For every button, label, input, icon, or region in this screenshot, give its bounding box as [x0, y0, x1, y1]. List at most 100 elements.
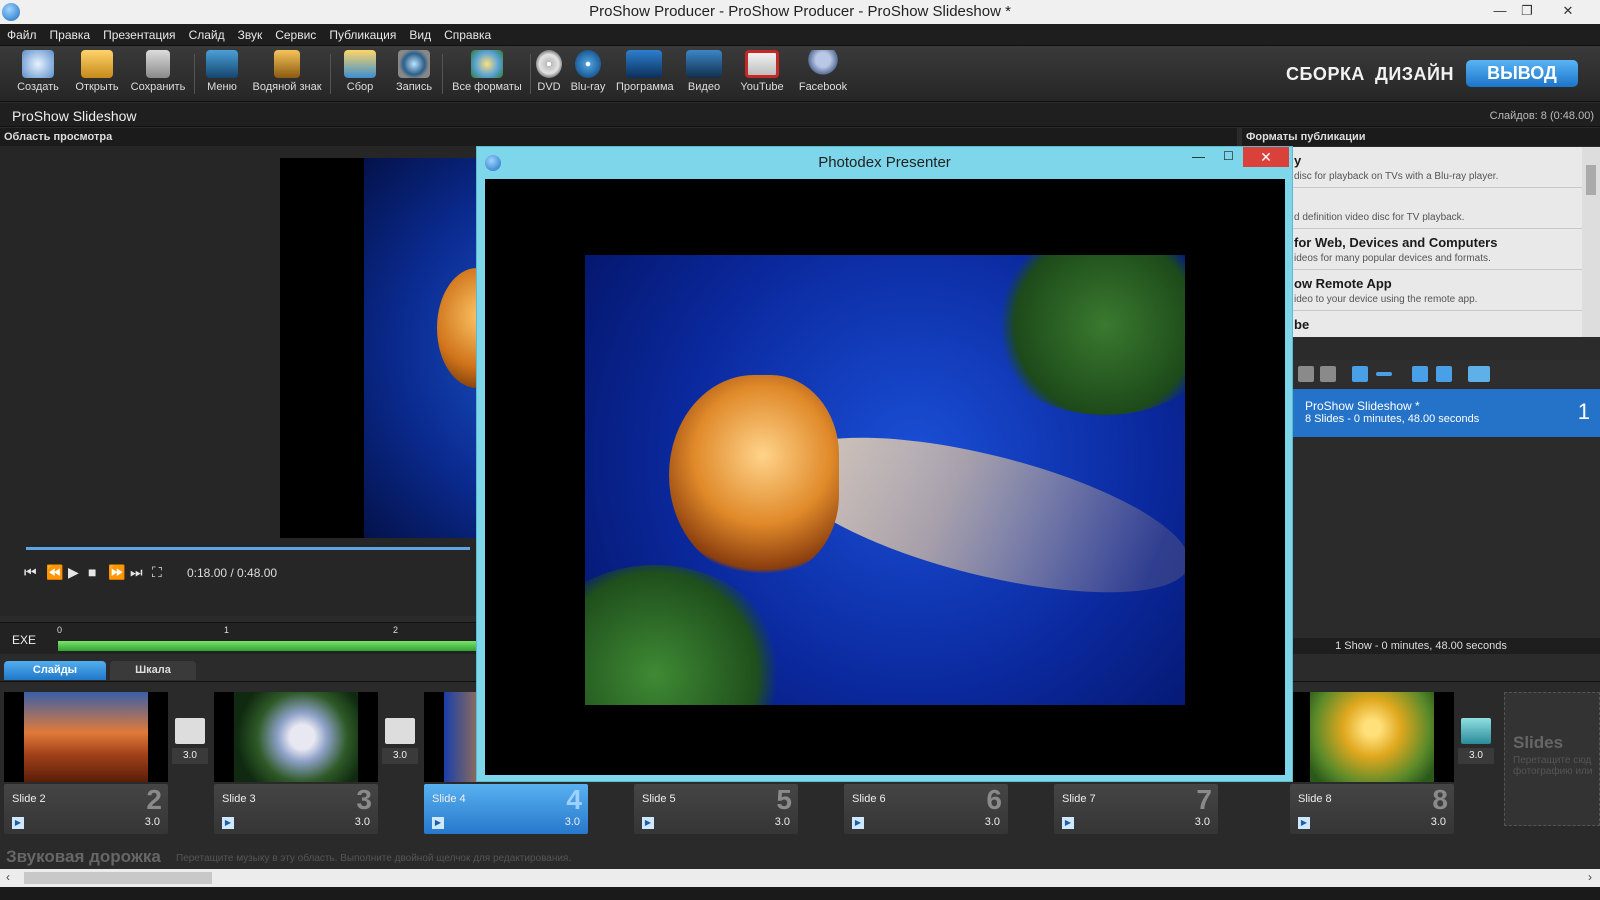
menu-bar: Файл Правка Презентация Слайд Звук Сервис Публ… — [0, 24, 1600, 46]
scroll-right-icon[interactable]: › — [1588, 870, 1592, 884]
add-show-icon[interactable] — [1352, 366, 1368, 382]
facebook-button[interactable]: Facebook — [798, 50, 848, 93]
scrollbar-thumb[interactable] — [24, 872, 212, 884]
menu-publish[interactable]: Публикация — [322, 24, 402, 42]
facebook-icon — [807, 50, 839, 78]
youtube-button[interactable]: YouTube — [738, 50, 786, 93]
record-camera-icon — [398, 50, 430, 78]
dvd-icon — [536, 50, 562, 78]
presenter-close-button[interactable]: ✕ — [1243, 147, 1289, 167]
audio-track-title: Звуковая дорожка — [6, 847, 161, 866]
slide-card[interactable]: Slide 2 2 ▶ 3.0 — [4, 692, 168, 840]
close-button[interactable]: ✕ — [1548, 0, 1588, 24]
timeline-tick: 1 — [224, 625, 230, 635]
restore-button[interactable]: ❐ — [1507, 0, 1547, 24]
watermark-button[interactable]: Водяной знак — [252, 50, 322, 93]
toolbar: Создать Открыть Сохранить Меню Водяной з… — [0, 46, 1600, 102]
video-icon — [686, 50, 722, 78]
show-list-item[interactable]: ProShow Slideshow * 8 Slides - 0 minutes… — [1242, 389, 1600, 437]
program-button[interactable]: Программа — [616, 50, 674, 93]
save-all-icon[interactable] — [1320, 366, 1336, 382]
transition[interactable]: 3.0 — [382, 718, 418, 776]
menu-icon — [206, 50, 238, 78]
slides-drop-zone[interactable]: Slides Перетащите сюд фотографию или — [1504, 692, 1600, 826]
audio-track-hint: Перетащите музыку в эту область. Выполни… — [176, 853, 572, 864]
slide-card[interactable]: Slide 3 3 ▶ 3.0 — [214, 692, 378, 840]
tab-slides[interactable]: Слайды — [4, 661, 106, 680]
move-down-icon[interactable] — [1436, 366, 1452, 382]
mode-design-button[interactable]: ДИЗАЙН — [1375, 64, 1454, 85]
menu-tools[interactable]: Сервис — [268, 24, 322, 42]
show-options-icon[interactable] — [1468, 366, 1490, 382]
slide-thumbnail — [4, 692, 168, 782]
slide-list-scrollbar[interactable]: ‹ › — [0, 869, 1600, 887]
show-name: ProShow Slideshow — [12, 108, 137, 124]
format-item[interactable]: ow Remote App ideo to your device using t… — [1242, 270, 1582, 311]
presenter-viewport[interactable] — [485, 179, 1285, 775]
output-timeline: EXE 0 1 2 — [0, 622, 480, 654]
slide-card[interactable]: Slide 8 8 ▶ 3.0 — [1290, 692, 1454, 840]
stop-icon[interactable]: ■ — [88, 564, 96, 580]
remove-show-icon[interactable] — [1376, 372, 1392, 376]
watermark-icon — [274, 50, 300, 78]
presenter-minimize-button[interactable]: — — [1192, 149, 1205, 164]
play-slide-icon[interactable]: ▶ — [642, 817, 654, 829]
mode-build-button[interactable]: СБОРКА — [1286, 64, 1365, 85]
audio-track[interactable]: Звуковая дорожка Перетащите музыку в эту… — [0, 845, 1600, 869]
play-slide-icon[interactable]: ▶ — [432, 817, 444, 829]
presenter-maximize-button[interactable]: ☐ — [1223, 149, 1234, 163]
collect-button[interactable]: Сбор — [340, 50, 380, 93]
play-slide-icon[interactable]: ▶ — [1298, 817, 1310, 829]
save-icon — [146, 50, 170, 78]
transition-icon — [175, 718, 205, 744]
rewind-icon[interactable]: ⏪ — [46, 564, 63, 581]
dvd-button[interactable]: DVD — [534, 50, 564, 93]
menu-show[interactable]: Презентация — [96, 24, 182, 42]
format-item[interactable]: be — [1242, 311, 1582, 337]
transition[interactable]: 3.0 — [172, 718, 208, 776]
format-item[interactable]: for Web, Devices and Computers ideos for … — [1242, 229, 1582, 270]
show-item-info: 8 Slides - 0 minutes, 48.00 seconds — [1305, 413, 1480, 425]
create-button[interactable]: Создать — [16, 50, 60, 93]
slide-thumbnail — [1290, 692, 1454, 782]
shows-toolbar — [1242, 360, 1600, 388]
preview-seekbar[interactable] — [26, 547, 470, 550]
format-item[interactable]: d definition video disc for TV playback. — [1242, 188, 1582, 229]
save-show-icon[interactable] — [1298, 366, 1314, 382]
all-formats-button[interactable]: Все форматы — [452, 50, 522, 93]
toolbar-separator — [330, 54, 331, 94]
formats-scrollbar[interactable] — [1582, 147, 1600, 337]
bluray-button[interactable]: Blu-ray — [570, 50, 606, 93]
skip-end-icon[interactable]: ⏭ — [130, 564, 143, 581]
play-slide-icon[interactable]: ▶ — [222, 817, 234, 829]
save-button[interactable]: Сохранить — [130, 50, 186, 93]
fast-forward-icon[interactable]: ⏩ — [108, 564, 125, 581]
window-title: ProShow Producer - ProShow Producer - Pr… — [589, 3, 1011, 20]
format-item[interactable]: y disc for playback on TVs with a Blu-ray… — [1242, 147, 1582, 188]
tab-timeline[interactable]: Шкала — [110, 661, 196, 680]
menu-slide[interactable]: Слайд — [182, 24, 231, 42]
play-slide-icon[interactable]: ▶ — [852, 817, 864, 829]
shows-list-empty-area — [1242, 437, 1600, 633]
mode-output-button[interactable]: ВЫВОД — [1466, 60, 1578, 87]
menu-view[interactable]: Вид — [402, 24, 437, 42]
play-slide-icon[interactable]: ▶ — [12, 817, 24, 829]
menu-edit[interactable]: Правка — [43, 24, 97, 42]
video-button[interactable]: Видео — [684, 50, 724, 93]
exe-label: EXE — [12, 633, 37, 647]
transition-icon — [385, 718, 415, 744]
record-button[interactable]: Запись — [394, 50, 434, 93]
play-slide-icon[interactable]: ▶ — [1062, 817, 1074, 829]
timeline-progress-bar — [58, 641, 480, 651]
fullscreen-icon[interactable]: ⛶ — [152, 564, 162, 581]
skip-start-icon[interactable]: ⏮ — [24, 564, 37, 581]
scroll-left-icon[interactable]: ‹ — [6, 870, 10, 884]
menu-help[interactable]: Справка — [437, 24, 497, 42]
menu-audio[interactable]: Звук — [231, 24, 269, 42]
open-button[interactable]: Открыть — [74, 50, 120, 93]
transition[interactable]: 3.0 — [1458, 718, 1494, 776]
play-icon[interactable]: ▶ — [68, 564, 79, 581]
move-up-icon[interactable] — [1412, 366, 1428, 382]
menu-file[interactable]: Файл — [0, 24, 43, 42]
menu-tool-button[interactable]: Меню — [202, 50, 242, 93]
